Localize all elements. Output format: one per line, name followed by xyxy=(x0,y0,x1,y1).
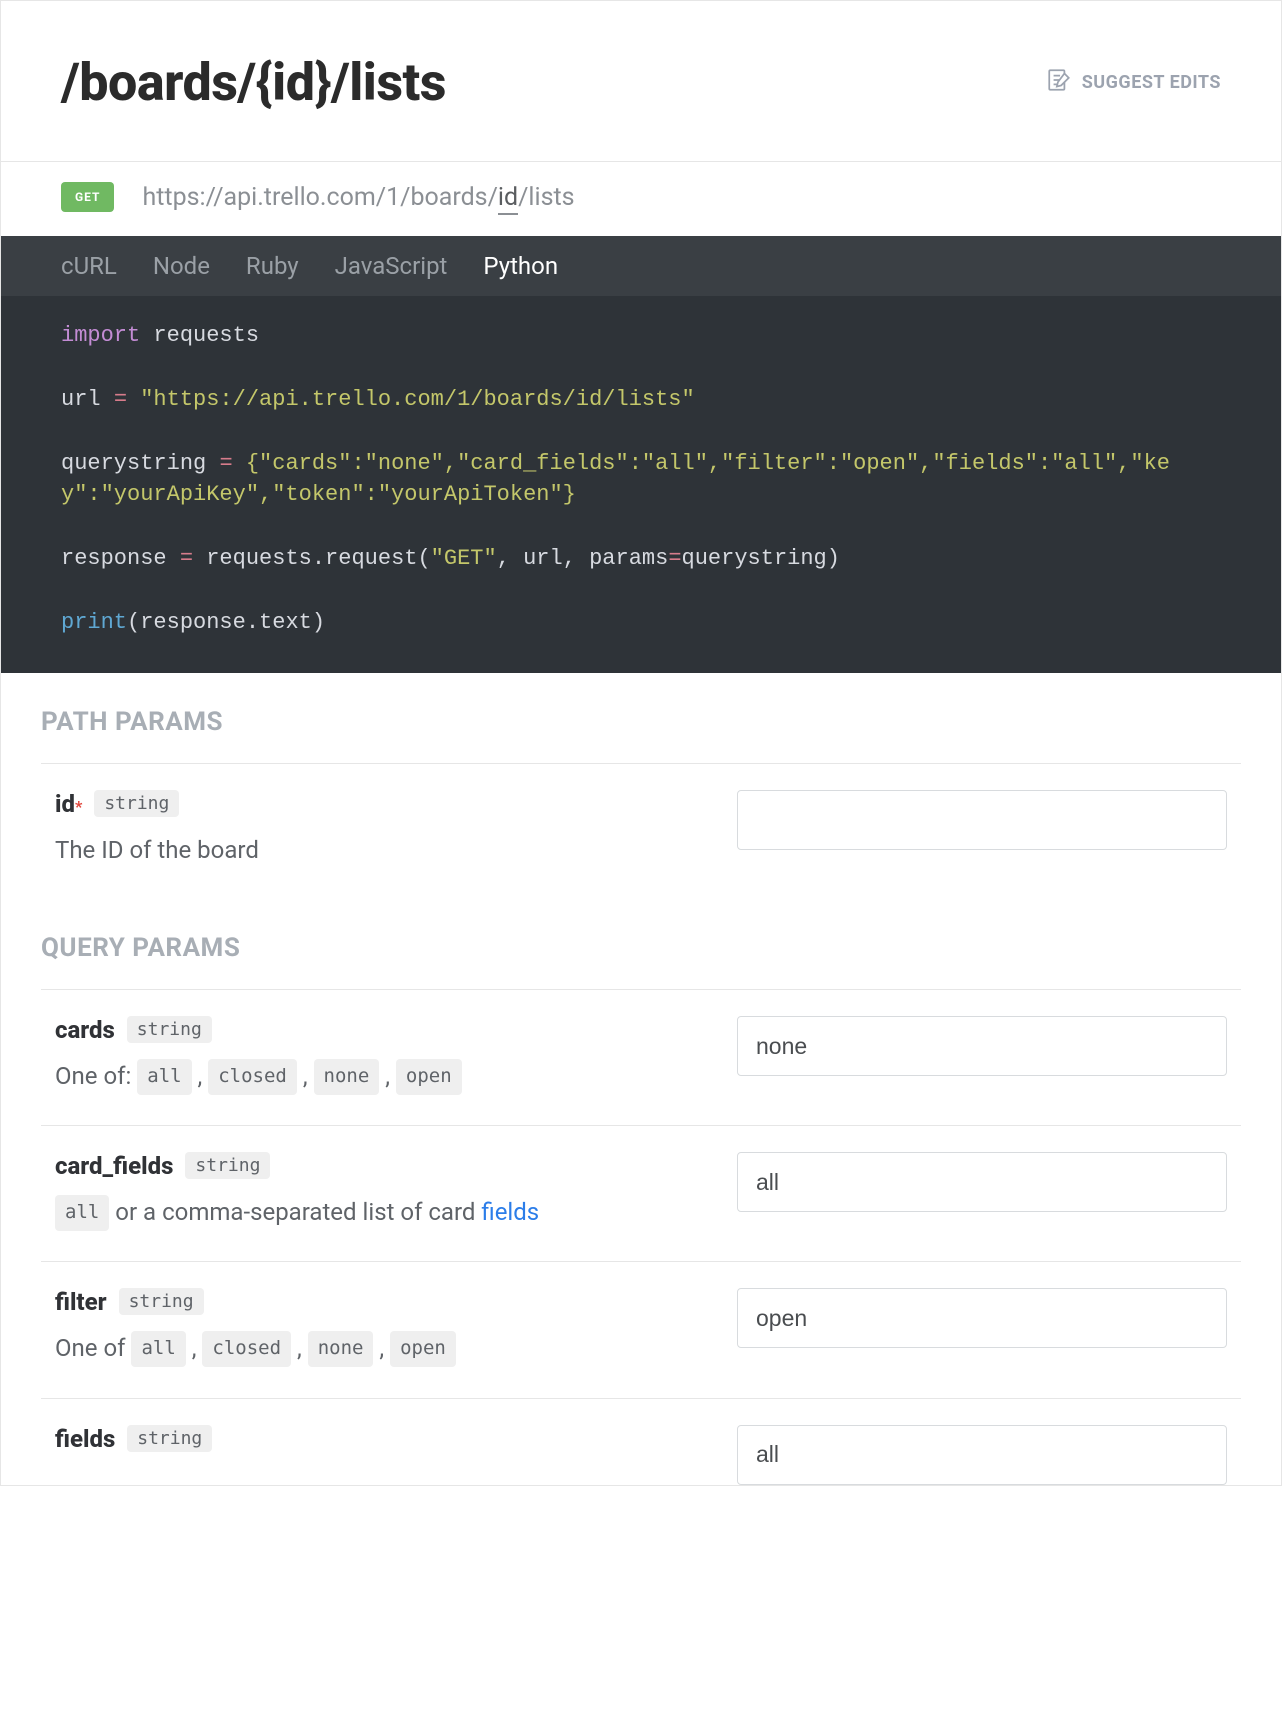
tab-python[interactable]: Python xyxy=(483,252,558,280)
param-description: The ID of the board xyxy=(55,832,705,869)
param-type: string xyxy=(119,1288,204,1315)
query-params-section: QUERY PARAMS cards string One of: all , … xyxy=(1,899,1281,1485)
param-row: card_fields string all or a comma-separa… xyxy=(41,1126,1241,1262)
tab-node[interactable]: Node xyxy=(153,252,210,280)
param-name: cards xyxy=(55,1016,115,1044)
param-name: id xyxy=(55,790,75,818)
path-params-section: PATH PARAMS id* string The ID of the boa… xyxy=(1,673,1281,899)
param-row: fields string xyxy=(41,1399,1241,1485)
tab-javascript[interactable]: JavaScript xyxy=(335,252,448,280)
param-input-fields[interactable] xyxy=(737,1425,1227,1485)
param-input-id[interactable] xyxy=(737,790,1227,850)
section-title: QUERY PARAMS xyxy=(41,933,1241,963)
required-marker: * xyxy=(75,797,82,816)
page-header: /boards/{id}/lists SUGGEST EDITS xyxy=(1,4,1281,162)
param-type: string xyxy=(94,790,179,817)
page-title: /boards/{id}/lists xyxy=(61,52,446,113)
param-input-cards[interactable] xyxy=(737,1016,1227,1076)
param-name: fields xyxy=(55,1425,115,1453)
tab-ruby[interactable]: Ruby xyxy=(246,252,299,280)
http-method-badge: GET xyxy=(61,182,114,212)
param-description: One of all , closed , none , open xyxy=(55,1330,705,1367)
suggest-edits-label: SUGGEST EDITS xyxy=(1082,72,1221,93)
param-row: filter string One of all , closed , none… xyxy=(41,1262,1241,1398)
endpoint-row: GET https://api.trello.com/1/boards/id/l… xyxy=(1,162,1281,236)
param-type: string xyxy=(127,1016,212,1043)
endpoint-url: https://api.trello.com/1/boards/id/lists xyxy=(142,183,574,212)
param-name: filter xyxy=(55,1288,107,1316)
fields-link[interactable]: fields xyxy=(481,1198,539,1226)
path-variable: id xyxy=(498,183,518,215)
param-row: id* string The ID of the board xyxy=(41,764,1241,899)
param-description: all or a comma-separated list of card fi… xyxy=(55,1194,705,1231)
param-name: card_fields xyxy=(55,1152,173,1180)
param-type: string xyxy=(185,1152,270,1179)
tab-curl[interactable]: cURL xyxy=(61,252,117,280)
param-input-card-fields[interactable] xyxy=(737,1152,1227,1212)
param-type: string xyxy=(127,1425,212,1452)
param-row: cards string One of: all , closed , none… xyxy=(41,990,1241,1126)
suggest-edits-button[interactable]: SUGGEST EDITS xyxy=(1046,67,1221,98)
param-input-filter[interactable] xyxy=(737,1288,1227,1348)
param-description: One of: all , closed , none , open xyxy=(55,1058,705,1095)
code-sample: import requests url = "https://api.trell… xyxy=(1,296,1281,673)
code-tabs: cURL Node Ruby JavaScript Python xyxy=(1,236,1281,296)
section-title: PATH PARAMS xyxy=(41,707,1241,737)
edit-icon xyxy=(1046,67,1072,98)
